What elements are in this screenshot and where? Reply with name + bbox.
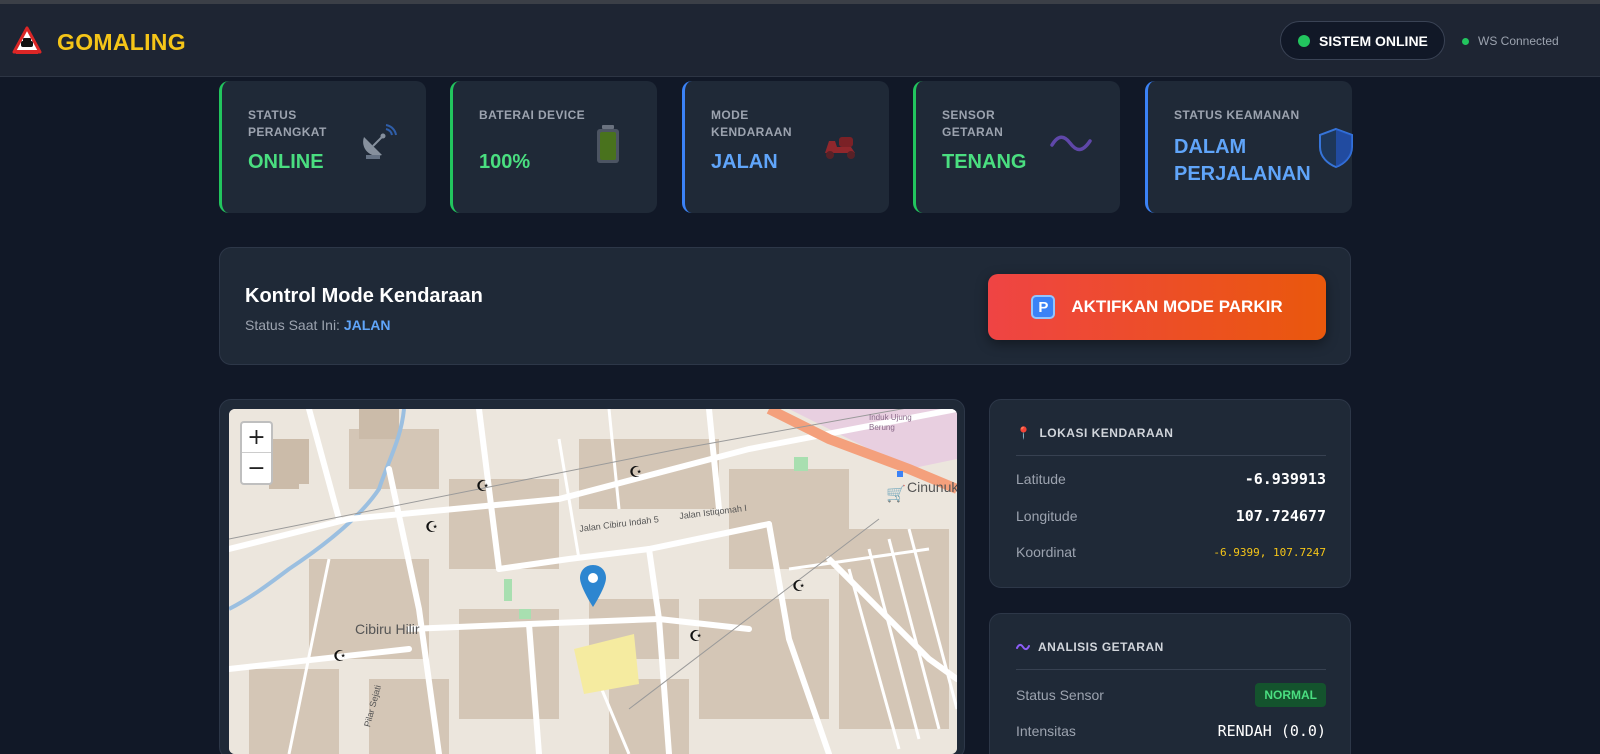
vibration-panel-title: ANALISIS GETARAN: [1038, 640, 1164, 654]
vehicle-mode-control: Kontrol Mode Kendaraan Status Saat Ini: …: [219, 247, 1351, 365]
svg-text:☪: ☪: [476, 477, 489, 495]
parking-icon: P: [1031, 295, 1056, 319]
map-zoom-control: + −: [240, 421, 273, 485]
card-label: BATERAI DEVICE: [479, 108, 586, 122]
control-title: Kontrol Mode Kendaraan: [245, 285, 483, 307]
card-mode-kendaraan: MODE KENDARAAN JALAN: [682, 81, 889, 213]
system-status-pill: SISTEM ONLINE: [1280, 21, 1445, 60]
wave-icon: [1016, 643, 1030, 651]
shield-icon: [1319, 127, 1353, 169]
brand-name: GOMALING: [57, 29, 186, 55]
map-label-cinunuk: Cinunuk: [907, 479, 957, 495]
card-value: JALAN: [711, 151, 778, 173]
wave-icon: [1050, 135, 1092, 152]
svg-text:☪: ☪: [689, 627, 702, 645]
card-label: STATUS PERANGKAT: [248, 108, 327, 139]
longitude-label: Longitude: [1016, 508, 1078, 524]
card-label: SENSOR GETARAN: [942, 108, 1004, 139]
system-status-text: SISTEM ONLINE: [1319, 32, 1428, 49]
latitude-row: Latitude -6.939913: [1016, 470, 1326, 488]
map-card: ☪ ☪ ☪ ☪ ☪ ☪ 🛒 Cibiru Hilir Cinunuk Jalan…: [219, 399, 965, 754]
ws-status-text: WS Connected: [1478, 34, 1559, 48]
card-value: 100%: [479, 151, 531, 173]
vehicle-map[interactable]: ☪ ☪ ☪ ☪ ☪ ☪ 🛒 Cibiru Hilir Cinunuk Jalan…: [229, 409, 957, 754]
svg-text:🛒: 🛒: [886, 484, 906, 503]
zoom-out-button[interactable]: −: [242, 453, 271, 483]
latitude-label: Latitude: [1016, 471, 1066, 487]
card-label: MODE KENDARAAN: [711, 108, 792, 139]
park-button-label: AKTIFKAN MODE PARKIR: [1071, 297, 1283, 316]
ws-dot-icon: [1462, 37, 1469, 45]
map-label-market: Induk Ujung Berung: [869, 413, 912, 432]
card-status-keamanan: STATUS KEAMANAN DALAM PERJALANAN: [1145, 81, 1353, 213]
location-panel-title: LOKASI KENDARAAN: [1039, 426, 1174, 440]
vehicle-location-marker-icon[interactable]: [580, 565, 606, 607]
longitude-row: Longitude 107.724677: [1016, 507, 1326, 525]
status-dot-icon: [1298, 34, 1310, 47]
satellite-dish-icon: [363, 124, 397, 159]
location-panel: 📍 LOKASI KENDARAAN Latitude -6.939913 Lo…: [989, 399, 1351, 588]
longitude-value: 107.724677: [1235, 507, 1326, 525]
intensity-label: Intensitas: [1016, 723, 1076, 739]
intensity-value: RENDAH (0.0): [1217, 722, 1326, 740]
vibration-panel-header: ANALISIS GETARAN: [1016, 640, 1326, 670]
card-sensor-getaran: SENSOR GETARAN TENANG: [913, 81, 1120, 213]
control-status: Status Saat Ini: JALAN: [245, 317, 391, 333]
control-status-prefix: Status Saat Ini:: [245, 317, 340, 333]
svg-text:☪: ☪: [792, 577, 805, 595]
card-status-perangkat: STATUS PERANGKAT ONLINE: [219, 81, 426, 213]
battery-icon: [597, 125, 619, 163]
card-value: ONLINE: [248, 151, 324, 173]
sensor-status-label: Status Sensor: [1016, 687, 1104, 703]
pin-icon: 📍: [1016, 426, 1032, 440]
card-label: STATUS KEAMANAN: [1174, 108, 1300, 122]
zoom-in-button[interactable]: +: [242, 423, 271, 453]
sensor-status-row: Status Sensor NORMAL: [1016, 683, 1326, 707]
map-label-cibiru-hilir: Cibiru Hilir: [355, 621, 420, 637]
coordinate-row: Koordinat -6.9399, 107.7247: [1016, 544, 1326, 560]
top-navbar: GOMALING SISTEM ONLINE WS Connected: [0, 4, 1600, 77]
coordinate-value: -6.9399, 107.7247: [1213, 545, 1326, 559]
svg-text:☪: ☪: [629, 463, 642, 481]
latitude-value: -6.939913: [1244, 470, 1326, 488]
location-panel-header: 📍 LOKASI KENDARAAN: [1016, 426, 1326, 456]
card-value: DALAM PERJALANAN: [1174, 136, 1311, 185]
activate-park-mode-button[interactable]: P AKTIFKAN MODE PARKIR: [988, 274, 1326, 340]
warning-car-icon: [12, 26, 42, 54]
vibration-panel: ANALISIS GETARAN Status Sensor NORMAL In…: [989, 613, 1351, 754]
status-badge: NORMAL: [1255, 683, 1326, 707]
card-value: TENANG: [942, 151, 1027, 173]
svg-text:☪: ☪: [333, 647, 346, 665]
coordinate-label: Koordinat: [1016, 544, 1076, 560]
card-baterai-device: BATERAI DEVICE 100%: [450, 81, 657, 213]
control-status-value: JALAN: [343, 317, 391, 333]
svg-text:☪: ☪: [425, 518, 438, 536]
ws-status: WS Connected: [1462, 34, 1559, 48]
scooter-icon: [825, 137, 855, 159]
intensity-row: Intensitas RENDAH (0.0): [1016, 722, 1326, 740]
